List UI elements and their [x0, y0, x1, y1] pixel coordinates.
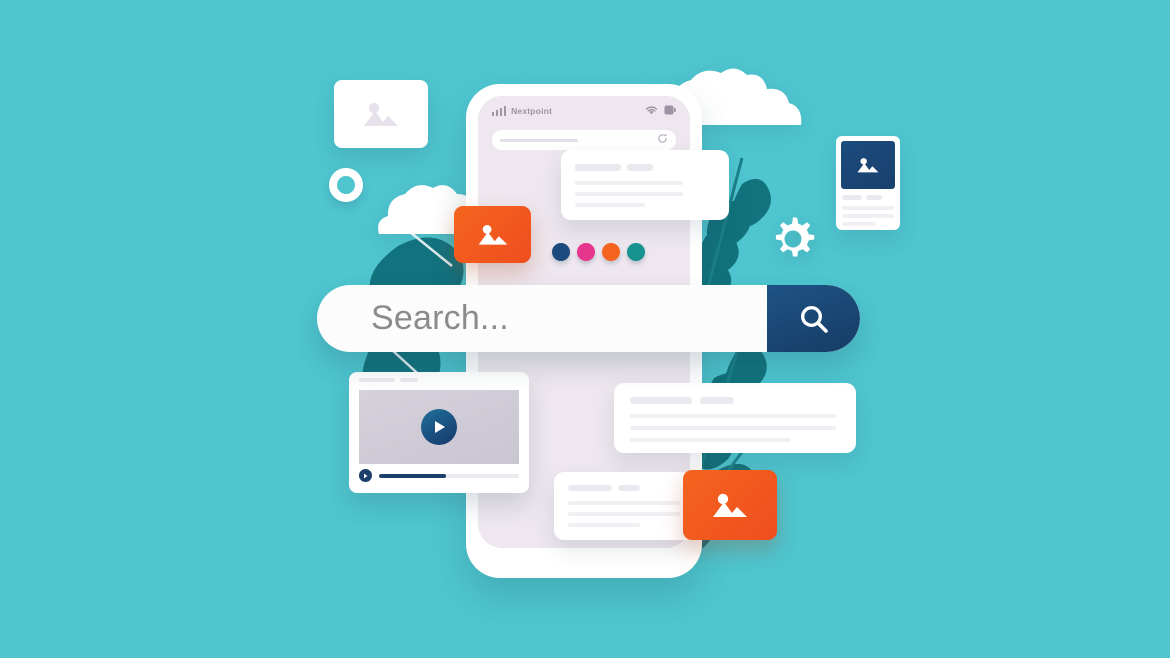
- card-heading-bar: [627, 164, 653, 171]
- card-text-line: [630, 426, 836, 430]
- card-heading-bar: [700, 397, 734, 404]
- ring-icon: [329, 168, 363, 202]
- search-bar[interactable]: Search...: [317, 285, 860, 352]
- video-progress-track[interactable]: [379, 473, 519, 478]
- play-icon[interactable]: [421, 409, 457, 445]
- video-title-bar: [400, 378, 418, 382]
- refresh-icon[interactable]: [657, 131, 668, 149]
- dot-orange[interactable]: [602, 243, 620, 261]
- video-player-card[interactable]: [349, 372, 529, 493]
- carrier-label: Nextpoint: [511, 106, 553, 116]
- video-progress-row[interactable]: [359, 469, 519, 482]
- signal-bars-icon: [492, 106, 507, 116]
- card-text-line: [575, 192, 683, 196]
- battery-icon: [664, 102, 676, 120]
- image-tile-top-left[interactable]: [334, 80, 428, 148]
- card-heading-bar: [842, 195, 862, 200]
- card-text-line: [630, 414, 836, 418]
- url-text-placeholder: [500, 138, 578, 142]
- content-card-top: [561, 150, 729, 220]
- image-icon: [713, 493, 747, 517]
- play-small-icon[interactable]: [359, 469, 372, 482]
- card-heading-bar: [575, 164, 621, 171]
- card-text-line: [568, 512, 680, 516]
- image-icon: [478, 225, 507, 245]
- phone-status-bar: Nextpoint: [478, 96, 690, 126]
- illustration-canvas: Nextpoint Search...: [0, 0, 1170, 658]
- video-card-titlebar: [349, 372, 529, 388]
- image-tile-bottom[interactable]: [683, 470, 777, 540]
- search-button[interactable]: [767, 285, 860, 352]
- card-heading-bar: [866, 195, 882, 200]
- image-tile-middle-left[interactable]: [454, 206, 531, 263]
- card-heading-bar: [630, 397, 692, 404]
- card-text-line: [568, 501, 680, 505]
- image-icon: [857, 158, 879, 173]
- card-text-line: [842, 222, 876, 226]
- content-card-right: [614, 383, 856, 453]
- dot-teal[interactable]: [627, 243, 645, 261]
- content-card-bottom: [554, 472, 694, 540]
- wifi-icon: [645, 102, 658, 120]
- card-heading-bar: [568, 485, 612, 491]
- video-progress-fill: [379, 473, 447, 478]
- card-heading-bar: [618, 485, 640, 491]
- image-tile-card-right[interactable]: [841, 141, 895, 189]
- card-text-line: [575, 181, 683, 185]
- card-text-line: [842, 206, 894, 210]
- video-title-bar: [359, 378, 395, 382]
- card-text-line: [630, 438, 790, 442]
- dot-pink[interactable]: [577, 243, 595, 261]
- phone-url-bar[interactable]: [492, 130, 676, 150]
- card-text-line: [575, 203, 645, 207]
- dot-navy[interactable]: [552, 243, 570, 261]
- color-dot-row: [552, 243, 645, 261]
- card-text-line: [568, 523, 640, 527]
- image-icon: [364, 102, 398, 126]
- search-input[interactable]: Search...: [317, 299, 767, 338]
- card-text-line: [842, 214, 894, 218]
- gear-icon[interactable]: [768, 214, 818, 264]
- search-icon: [800, 305, 828, 333]
- content-card-thumb: [836, 136, 900, 230]
